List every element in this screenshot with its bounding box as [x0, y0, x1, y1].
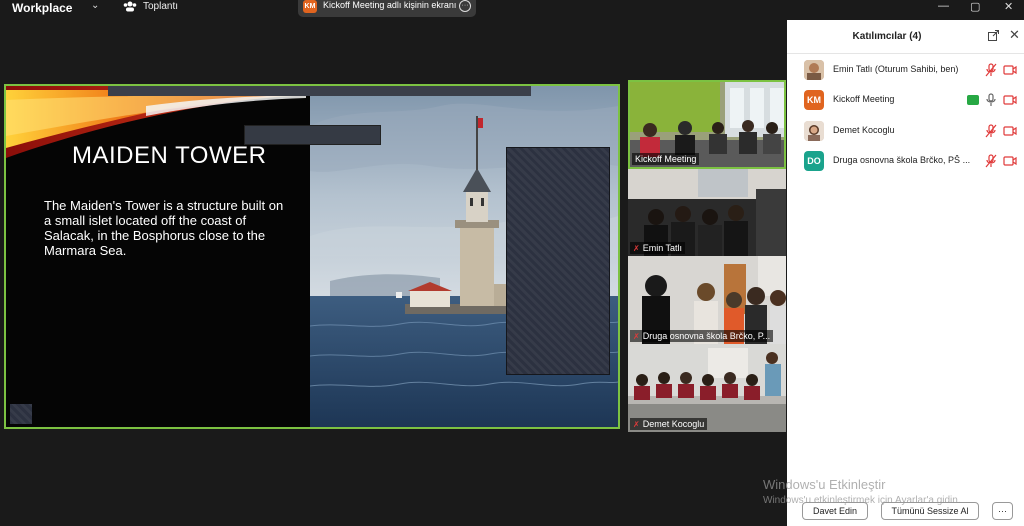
- slide-body-text: The Maiden's Tower is a structure built …: [44, 198, 284, 258]
- camera-muted-icon[interactable]: [1003, 94, 1017, 106]
- mic-muted-icon: ✗: [633, 332, 640, 341]
- decorative-hatch-panel: [506, 147, 610, 375]
- avatar: [804, 121, 824, 141]
- participant-name: Emin Tatlı (Oturum Sahibi, ben): [833, 64, 959, 74]
- more-options-icon[interactable]: ···: [459, 0, 471, 12]
- camera-muted-icon[interactable]: [1003, 64, 1017, 76]
- participant-row[interactable]: Demet Kocoglu: [787, 116, 1024, 146]
- chevron-down-icon[interactable]: ⌄: [91, 0, 99, 11]
- mic-muted-icon[interactable]: [985, 124, 997, 138]
- decorative-bar: [244, 125, 381, 145]
- maximize-icon[interactable]: ▢: [970, 0, 980, 13]
- avatar: KM: [804, 90, 824, 110]
- participant-row[interactable]: Emin Tatlı (Oturum Sahibi, ben): [787, 55, 1024, 85]
- participant-row[interactable]: DO Druga osnovna škola Brčko, PŠ ...: [787, 146, 1024, 176]
- zoom-meeting-window: Workplace ⌄ Toplantı KM Kickoff Meeting …: [0, 0, 1024, 526]
- video-tile-label: ✗ Druga osnovna škola Brčko, P...: [630, 330, 774, 342]
- video-tile-label: ✗ Demet Kocoglu: [630, 418, 708, 430]
- pop-out-icon[interactable]: [988, 30, 999, 41]
- video-tile-emin-tatli[interactable]: ✗ Emin Tatlı: [628, 169, 786, 256]
- video-tile-label: Kickoff Meeting: [632, 153, 700, 165]
- shared-screen: MAIDEN TOWER The Maiden's Tower is a str…: [4, 84, 620, 429]
- participant-name: Kickoff Meeting: [833, 94, 895, 104]
- slide-title: MAIDEN TOWER: [72, 142, 267, 169]
- meeting-icon[interactable]: [123, 0, 137, 12]
- participants-panel: Katılımcılar (4) ✕ Emin Tatlı (Oturum Sa…: [787, 20, 1024, 526]
- camera-muted-icon[interactable]: [1003, 125, 1017, 137]
- close-window-icon[interactable]: ✕: [1004, 0, 1013, 13]
- mic-muted-icon: ✗: [633, 420, 640, 429]
- video-tile-label: ✗ Emin Tatlı: [630, 242, 686, 254]
- avatar: DO: [804, 151, 824, 171]
- mic-icon[interactable]: [985, 93, 997, 107]
- participant-name: Demet Kocoglu: [833, 125, 895, 135]
- participant-row[interactable]: KM Kickoff Meeting: [787, 85, 1024, 115]
- participants-title: Katılımcılar (4): [852, 31, 922, 42]
- app-brand: Workplace: [12, 1, 73, 15]
- close-panel-icon[interactable]: ✕: [1009, 28, 1020, 41]
- windows-activation-watermark: Windows'u Etkinleştir: [763, 477, 886, 492]
- mic-muted-icon: ✗: [633, 244, 640, 253]
- participant-name: Druga osnovna škola Brčko, PŠ ...: [833, 155, 971, 165]
- decorative-hatch: [10, 404, 32, 424]
- decorative-bar: [108, 86, 531, 96]
- screen-share-indicator[interactable]: KM Kickoff Meeting adlı kişinin ekranı ·…: [298, 0, 476, 17]
- screen-share-icon: [967, 95, 979, 105]
- video-tile-kickoff-meeting[interactable]: Kickoff Meeting: [628, 80, 786, 169]
- meeting-menu[interactable]: Toplantı: [143, 1, 178, 12]
- top-bar: Workplace ⌄ Toplantı KM Kickoff Meeting …: [0, 0, 787, 20]
- participants-header: Katılımcılar (4) ✕: [787, 20, 1024, 54]
- more-options-button[interactable]: ···: [992, 502, 1013, 520]
- screen-share-label: Kickoff Meeting adlı kişinin ekranı: [323, 0, 457, 10]
- mic-muted-icon[interactable]: [985, 63, 997, 77]
- video-tile-demet-kocoglu[interactable]: ✗ Demet Kocoglu: [628, 344, 786, 432]
- video-tile-druga-osnovna-skola[interactable]: ✗ Druga osnovna škola Brčko, P...: [628, 256, 786, 344]
- windows-activation-watermark-hint: Windows'u etkinleştirmek için Ayarlar'a …: [763, 495, 961, 506]
- mic-muted-icon[interactable]: [985, 154, 997, 168]
- avatar: [804, 60, 824, 80]
- minimize-icon[interactable]: —: [938, 0, 949, 12]
- camera-muted-icon[interactable]: [1003, 155, 1017, 167]
- sharer-avatar: KM: [303, 0, 317, 13]
